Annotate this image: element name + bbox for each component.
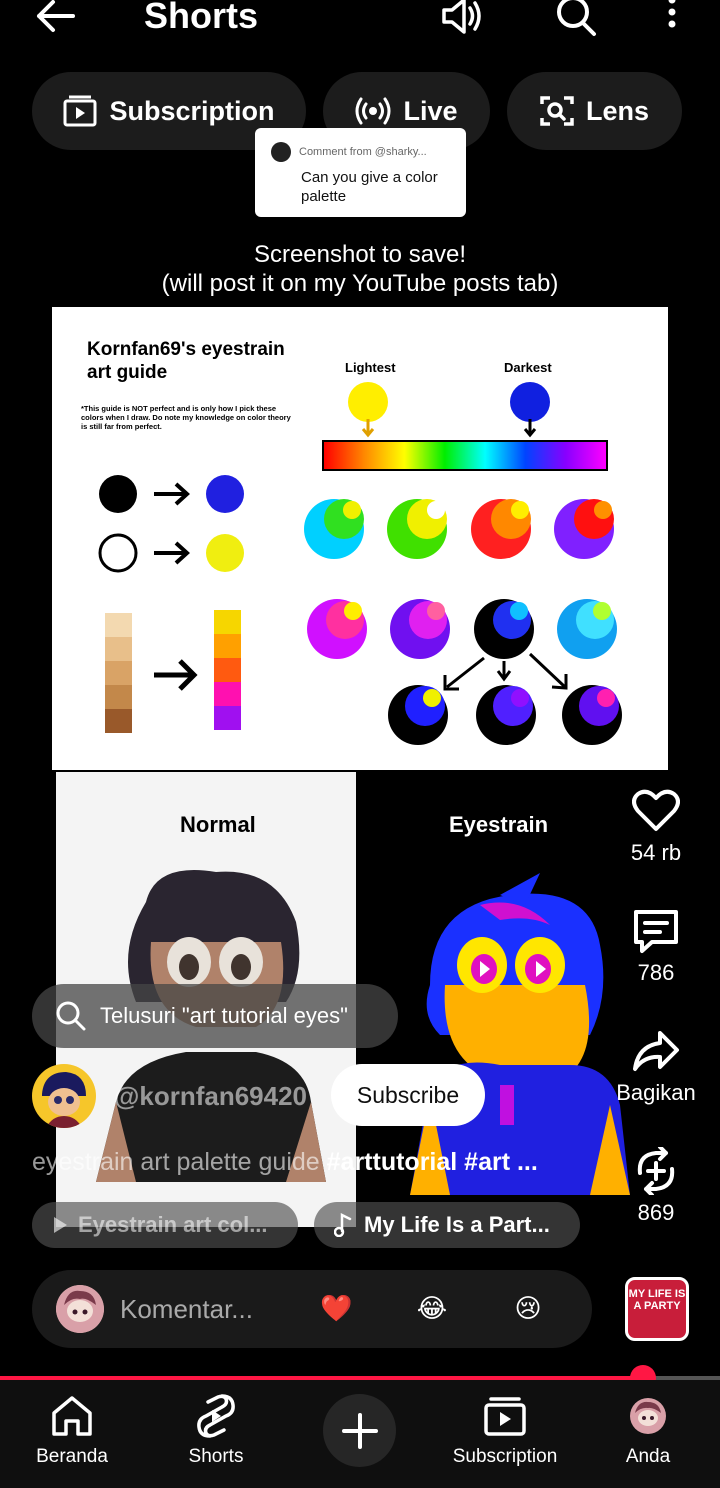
- related-video-title: Eyestrain art col...: [78, 1212, 268, 1237]
- shorts-icon: [197, 1394, 235, 1438]
- guide-illustration: [98, 382, 622, 745]
- search-icon: [557, 0, 596, 36]
- comments-button[interactable]: 786: [606, 906, 706, 988]
- subscriptions-icon: [63, 95, 97, 127]
- user-avatar-art: [56, 1285, 104, 1333]
- description-hashtags[interactable]: #arttutorial #art ...: [327, 1148, 538, 1176]
- caption-line-1: Screenshot to save!: [253, 241, 467, 268]
- chip-label: Lens: [585, 95, 650, 126]
- music-title: My Life Is a Part...: [364, 1212, 550, 1237]
- profile-avatar-icon: [630, 1398, 666, 1434]
- play-icon: [54, 1217, 67, 1233]
- color-guide-image: Kornfan69's eyestrain art guide *This gu…: [52, 307, 668, 770]
- remix-icon: [637, 1147, 675, 1195]
- share-button[interactable]: Bagikan: [606, 1026, 706, 1108]
- share-icon: [633, 1031, 679, 1071]
- home-icon: [52, 1396, 92, 1436]
- comment-icon: [634, 910, 678, 953]
- search-button[interactable]: [552, 0, 600, 38]
- caption-line-2: (will post it on my YouTube posts tab): [161, 270, 559, 297]
- page-title: Shorts: [144, 0, 259, 36]
- comment-from: Comment from @sharky...: [299, 146, 427, 158]
- music-note-icon: [334, 1213, 352, 1237]
- pinned-comment-card[interactable]: Comment from @sharky... Can you give a c…: [255, 128, 466, 217]
- related-search-text: Telusuri "art tutorial eyes": [100, 1003, 348, 1028]
- chip-label: Live: [403, 95, 458, 126]
- comment-count: 786: [637, 960, 675, 985]
- channel-row: @kornfan69420: [32, 1064, 307, 1128]
- related-video-pill[interactable]: Eyestrain art col...: [32, 1202, 298, 1248]
- create-button[interactable]: [323, 1394, 396, 1467]
- like-button[interactable]: 54 rb: [606, 786, 706, 868]
- top-bar: Shorts: [0, 0, 720, 40]
- search-icon: [56, 1001, 86, 1031]
- user-avatar: [56, 1285, 104, 1333]
- laughing-emoji-button[interactable]: 😂: [416, 1292, 448, 1324]
- remix-count: 869: [637, 1200, 675, 1225]
- nav-shorts-label: Shorts: [188, 1446, 244, 1467]
- comment-text: Can you give a color palette: [301, 169, 438, 205]
- back-button[interactable]: [30, 0, 80, 38]
- channel-name[interactable]: @kornfan69420: [114, 1081, 307, 1112]
- video-caption: Screenshot to save! (will post it on my …: [0, 240, 720, 298]
- plus-icon: [341, 1412, 378, 1449]
- music-thumbnail[interactable]: MY LIFE IS A PARTY: [625, 1277, 689, 1341]
- nav-subscription[interactable]: Subscription: [440, 1392, 570, 1468]
- music-thumbnail-text: MY LIFE IS A PARTY: [628, 1288, 686, 1312]
- speaker-icon: [442, 0, 481, 34]
- lens-icon: [540, 96, 574, 126]
- more-vertical-icon: [668, 0, 676, 28]
- sound-button[interactable]: [438, 0, 486, 38]
- nav-subscription-label: Subscription: [452, 1446, 558, 1467]
- description-text: eyestrain art palette guide: [32, 1148, 327, 1176]
- nav-you[interactable]: Anda: [583, 1392, 713, 1468]
- share-label: Bagikan: [616, 1080, 696, 1105]
- nav-home-label: Beranda: [36, 1446, 108, 1467]
- eyestrain-label: Eyestrain: [449, 812, 549, 837]
- nav-shorts[interactable]: Shorts: [151, 1392, 281, 1468]
- related-search-pill[interactable]: Telusuri "art tutorial eyes": [32, 984, 398, 1048]
- nav-home[interactable]: Beranda: [7, 1392, 137, 1468]
- comment-input-placeholder: Komentar...: [120, 1294, 253, 1324]
- heart-emoji-button[interactable]: ❤️: [320, 1292, 352, 1324]
- subscriptions-icon: [484, 1397, 526, 1436]
- more-options-button[interactable]: [648, 0, 696, 38]
- chip-lens[interactable]: Lens: [507, 72, 682, 150]
- chip-label: Subscription: [109, 95, 275, 126]
- channel-avatar[interactable]: [32, 1064, 96, 1128]
- heart-icon: [632, 789, 680, 831]
- nav-you-label: Anda: [625, 1446, 671, 1467]
- normal-label: Normal: [180, 812, 256, 837]
- channel-avatar-art: [42, 1072, 86, 1128]
- music-pill[interactable]: My Life Is a Part...: [314, 1202, 580, 1248]
- video-description[interactable]: eyestrain art palette guide #arttutorial…: [32, 1148, 602, 1177]
- live-icon: [355, 97, 391, 125]
- like-count: 54 rb: [630, 840, 682, 865]
- comment-input-bar[interactable]: Komentar... ❤️ 😂 😢: [32, 1270, 592, 1348]
- remix-button[interactable]: 869: [606, 1146, 706, 1228]
- bottom-navigation: Beranda Shorts Subscription Anda: [0, 1380, 720, 1488]
- arrow-left-icon: [37, 0, 75, 32]
- commenter-avatar: [271, 142, 291, 162]
- subscribe-button[interactable]: Subscribe: [331, 1064, 485, 1126]
- crying-emoji-button[interactable]: 😢: [512, 1292, 544, 1324]
